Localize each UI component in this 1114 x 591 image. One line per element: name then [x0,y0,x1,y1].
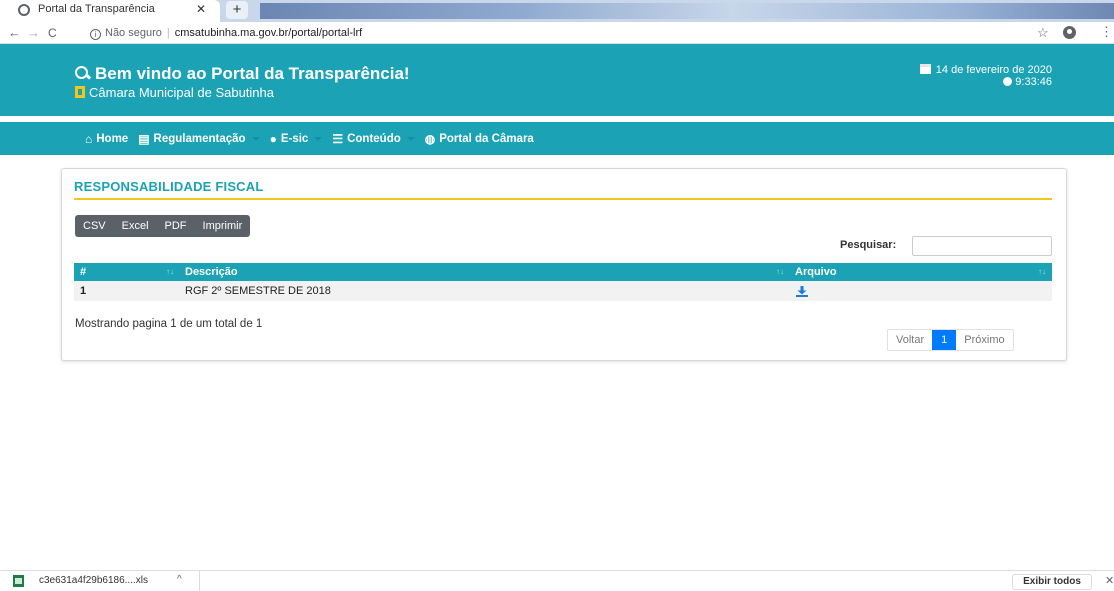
browser-toolbar: ← → C i Não seguro | cmsatubinha.ma.gov.br/… [0,22,1114,44]
date-text: 14 de fevereiro de 2020 [935,64,1052,76]
next-page-button[interactable]: Próximo [956,330,1012,350]
download-file-name: c3e631a4f29b6186....xls [39,575,148,586]
sort-icon[interactable]: ↑↓ [166,263,174,281]
nav-item-regulamentacao[interactable]: ▤ Regulamentação [138,131,260,146]
search-input[interactable] [912,236,1052,256]
omnibox-separator: | [166,27,170,39]
main-navbar: ⌂ Home ▤ Regulamentação ● E-sic ☰ Conteúdo ◍… [0,122,1114,155]
forward-arrow-icon[interactable]: → [27,25,40,40]
chevron-down-icon [314,136,323,141]
export-button-group: CSV Excel PDF Imprimir [75,215,251,237]
welcome-text: Bem vindo ao Portal da Transparência! [95,64,410,83]
sort-icon[interactable]: ↑↓ [776,263,784,281]
spreadsheet-file-icon [13,575,24,587]
nav-item-portal-camara[interactable]: ◍ Portal da Câmara [425,132,534,146]
column-header-descricao[interactable]: Descrição [185,263,238,281]
reload-icon[interactable]: C [48,26,57,40]
chevron-up-icon[interactable]: ^ [177,574,182,585]
time-display: 9:33:46 [1003,76,1052,88]
browser-tab[interactable]: Portal da Transparência ✕ [0,0,220,22]
column-header-number[interactable]: # [80,263,86,281]
account-icon[interactable] [1063,26,1076,39]
download-icon[interactable] [796,286,808,297]
url-text: cmsatubinha.ma.gov.br/portal/portal-lrf [174,27,363,39]
prev-page-button[interactable]: Voltar [888,330,932,350]
home-icon: ⌂ [85,131,93,146]
table-header: # ↑↓ Descrição ↑↓ Arquivo ↑↓ [74,263,1052,281]
nav-item-label: Conteúdo [347,132,401,145]
time-text: 9:33:46 [1015,76,1052,88]
nav-item-label: Regulamentação [153,132,246,145]
chevron-down-icon [251,136,260,141]
documents-table: # ↑↓ Descrição ↑↓ Arquivo ↑↓ 1 RGF 2º SE… [74,263,1052,301]
address-bar[interactable]: i Não seguro | cmsatubinha.ma.gov.br/portal… [68,24,1058,42]
tab-close-icon[interactable]: ✕ [196,2,206,16]
back-arrow-icon[interactable]: ← [8,25,21,40]
welcome-heading: Bem vindo ao Portal da Transparência! [75,64,410,84]
date-display: 14 de fevereiro de 2020 [919,64,1052,76]
download-item[interactable]: c3e631a4f29b6186....xls ^ [0,571,200,591]
title-divider [74,198,1052,200]
calendar-icon [919,64,931,74]
info-icon[interactable]: i [90,29,101,40]
fiscal-panel: RESPONSABILIDADE FISCAL CSV Excel PDF Im… [61,168,1067,361]
row-number: 1 [80,285,87,297]
nav-item-home[interactable]: ⌂ Home [85,132,128,146]
info-circle-icon: ● [269,131,277,146]
search-icon [75,66,89,80]
chamber-name: Câmara Municipal de Sabutinha [75,85,274,100]
pagination: Voltar 1 Próximo [887,329,1014,351]
table-row: 1 RGF 2º SEMESTRE DE 2018 [74,281,1052,301]
excel-button[interactable]: Excel [114,215,157,237]
clock-icon [1003,77,1013,86]
globe-icon: ◍ [424,131,436,146]
csv-button[interactable]: CSV [75,215,114,237]
bookmark-star-icon[interactable]: ☆ [1037,25,1049,41]
book-icon: ▤ [138,131,150,146]
nav-item-conteudo[interactable]: ☰ Conteúdo [332,131,415,146]
site-header: Bem vindo ao Portal da Transparência! Câ… [0,44,1114,116]
nav-item-esic[interactable]: ● E-sic [270,132,323,146]
nav-items: ⌂ Home ▤ Regulamentação ● E-sic ☰ Conteúdo ◍… [85,122,544,155]
browser-tabstrip: Portal da Transparência ✕ + [0,0,1114,22]
chevron-down-icon [406,136,415,141]
close-icon[interactable]: ✕ [1105,574,1114,587]
pagination-info: Mostrando pagina 1 de um total de 1 [75,318,263,330]
search-label: Pesquisar: [840,239,897,251]
nav-item-label: E-sic [280,132,309,145]
page-title: RESPONSABILIDADE FISCAL [74,179,264,194]
new-tab-button[interactable]: + [226,1,248,19]
globe-icon [18,4,30,16]
page-button-current[interactable]: 1 [932,330,957,350]
tab-title: Portal da Transparência [38,3,155,15]
column-header-arquivo[interactable]: Arquivo [795,263,837,281]
chamber-text: Câmara Municipal de Sabutinha [89,85,274,100]
sort-icon[interactable]: ↑↓ [1038,263,1046,281]
building-icon [75,86,85,98]
menu-dots-icon[interactable]: ⋮ [1100,24,1113,40]
security-label: Não seguro [105,27,162,39]
row-descricao: RGF 2º SEMESTRE DE 2018 [185,285,331,297]
list-icon: ☰ [332,131,344,146]
nav-item-label: Portal da Câmara [439,132,534,145]
download-bar: c3e631a4f29b6186....xls ^ Exibir todos ✕ [0,570,1114,591]
pdf-button[interactable]: PDF [157,215,195,237]
print-button[interactable]: Imprimir [195,215,251,237]
show-all-button[interactable]: Exibir todos [1012,574,1092,590]
nav-item-label: Home [96,132,129,145]
